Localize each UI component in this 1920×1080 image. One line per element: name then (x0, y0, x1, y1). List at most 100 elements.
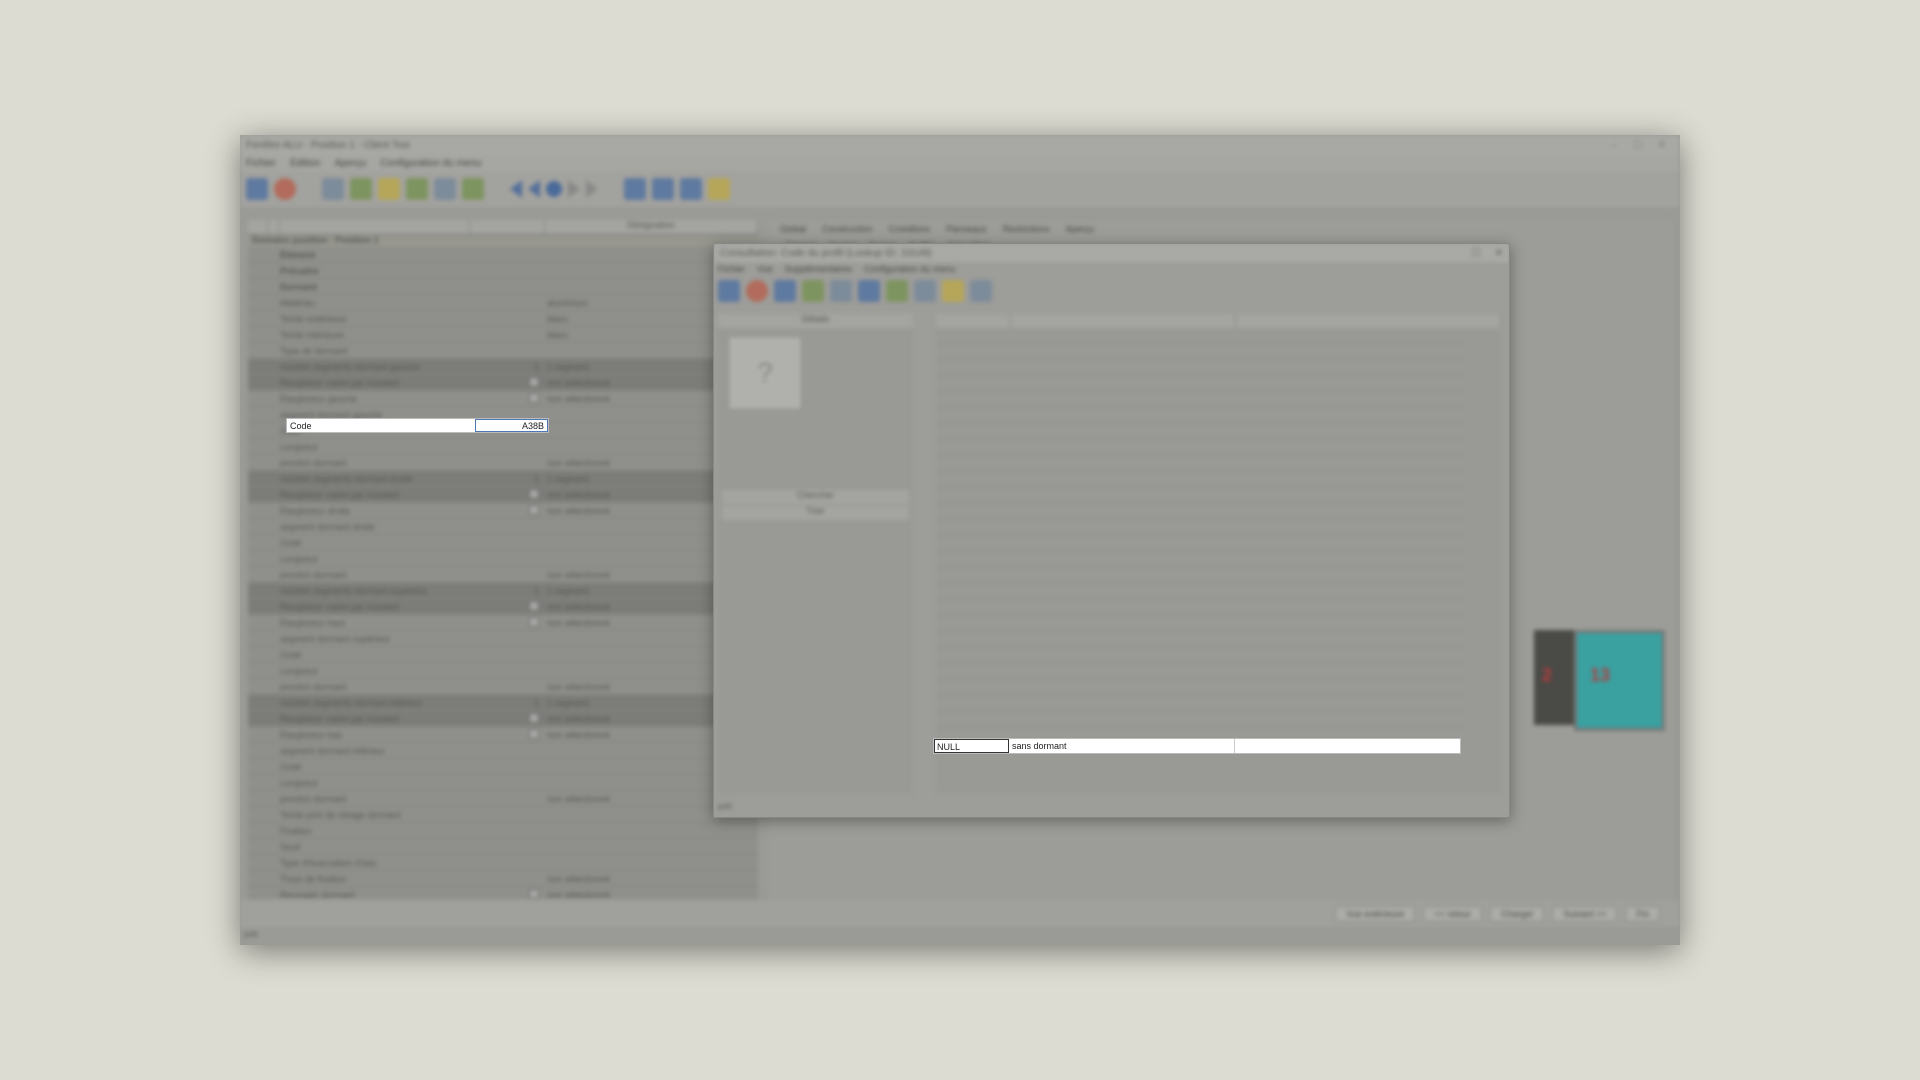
grid-row[interactable]: Trous de fixation non sélectionné (248, 871, 758, 887)
menu-item[interactable]: Fichier (246, 158, 276, 169)
grid-row[interactable]: jonction dormant non sélectionné (248, 679, 758, 695)
wrench-icon[interactable] (378, 178, 400, 200)
grid-row[interactable]: Code (248, 535, 758, 551)
grid-row[interactable]: Élargisseur droite non sélectionné (248, 503, 758, 519)
grid-row[interactable]: nombre segments dormant inférieur 1 1 segm… (248, 695, 758, 711)
grid-row[interactable]: segment dormant droite (248, 519, 758, 535)
grid-row-code[interactable] (468, 376, 543, 389)
tab-apercu[interactable]: Aperçu (1066, 224, 1095, 234)
grid-row[interactable]: Élargisseur bas non sélectionné (248, 727, 758, 743)
grid-row[interactable]: nombre segments dormant supérieur 1 1 segm… (248, 583, 758, 599)
dialog-menu-item[interactable]: Supplémentaires (785, 264, 853, 274)
grid-row[interactable]: Dormant (248, 279, 758, 295)
next-button[interactable]: Suivant >> (1552, 906, 1618, 922)
lookup-row[interactable] (936, 376, 1466, 392)
column-header-description[interactable] (1011, 314, 1236, 328)
grid-row[interactable]: Longueur (248, 663, 758, 679)
first-record-icon[interactable] (510, 180, 522, 198)
lookup-row[interactable] (936, 616, 1466, 632)
lookup-row[interactable] (936, 520, 1466, 536)
finish-button[interactable]: Fin (1625, 906, 1660, 922)
lookup-row[interactable] (936, 632, 1466, 648)
grid-row[interactable]: Teinte extérieure blanc (248, 311, 758, 327)
grid-row[interactable]: Remplacer cadre par montant non sélection… (248, 599, 758, 615)
current-record-icon[interactable] (546, 181, 562, 197)
selected-code-row[interactable]: Code A38B (286, 418, 549, 433)
menu-item[interactable]: Édition (290, 158, 321, 169)
lookup-row[interactable] (936, 344, 1466, 360)
lookup-row[interactable] (936, 456, 1466, 472)
edit-icon[interactable] (914, 280, 936, 302)
lookup-row[interactable] (936, 552, 1466, 568)
document-icon[interactable] (434, 178, 456, 200)
window-icon[interactable] (774, 280, 796, 302)
grid-row[interactable]: Longueur (248, 775, 758, 791)
grid-row-checkbox[interactable] (529, 392, 539, 403)
selected-lookup-row[interactable]: NULL sans dormant (933, 738, 1461, 754)
grid-row-checkbox[interactable] (529, 728, 539, 739)
tab-construction[interactable]: Construction (822, 224, 873, 234)
dialog-maximize-icon[interactable]: ☐ (1472, 248, 1481, 259)
save-icon[interactable] (858, 280, 880, 302)
lookup-row[interactable] (936, 664, 1466, 680)
lookup-row[interactable] (936, 440, 1466, 456)
window-icon[interactable] (652, 178, 674, 200)
lookup-row[interactable] (936, 536, 1466, 552)
globe-icon[interactable] (246, 178, 268, 200)
dialog-close-icon[interactable]: ✕ (1495, 248, 1503, 259)
grid-row[interactable]: segment dormant inférieur (248, 743, 758, 759)
lookup-row[interactable] (936, 504, 1466, 520)
minimize-icon[interactable]: – (1602, 140, 1626, 151)
grid-row-code[interactable] (468, 712, 543, 725)
grid-row-code[interactable] (468, 504, 543, 517)
dialog-menu-item[interactable]: Fichier (718, 264, 745, 274)
exterior-view-button[interactable]: Vue extérieure (1335, 906, 1416, 922)
shapes-icon[interactable] (406, 178, 428, 200)
code-value-field[interactable]: A38B (475, 419, 548, 432)
lookup-row[interactable] (936, 680, 1466, 696)
lookup-row[interactable] (936, 392, 1466, 408)
pencil-icon[interactable] (708, 178, 730, 200)
lookup-row[interactable] (936, 648, 1466, 664)
grid-row[interactable]: jonction dormant non sélectionné (248, 567, 758, 583)
lookup-row[interactable] (936, 360, 1466, 376)
previous-record-icon[interactable] (528, 180, 540, 198)
people-icon[interactable] (462, 178, 484, 200)
grid-row[interactable]: Remplacer cadre par montant non sélection… (248, 487, 758, 503)
grid-row[interactable]: Matériau aluminium (248, 295, 758, 311)
page-icon[interactable] (970, 280, 992, 302)
grid-row[interactable]: segment dormant supérieur (248, 631, 758, 647)
close-icon[interactable]: ✕ (1650, 140, 1674, 151)
grid-row[interactable]: Élargisseur haut non sélectionné (248, 615, 758, 631)
hammer-icon[interactable] (350, 178, 372, 200)
grid-row[interactable]: Remplacer cadre par montant non sélection… (248, 375, 758, 391)
globe-icon[interactable] (718, 280, 740, 302)
grid-row-code[interactable] (468, 392, 543, 405)
grid-row-checkbox[interactable] (529, 376, 539, 387)
maximize-icon[interactable]: ☐ (1626, 140, 1650, 151)
column-header-extra[interactable] (1236, 314, 1501, 328)
grid-row[interactable]: Élément (248, 247, 758, 263)
grid-row[interactable]: Code (248, 759, 758, 775)
column-header-code[interactable] (936, 314, 1011, 328)
grid-row[interactable]: Type de dormant (248, 343, 758, 359)
grid-row[interactable]: Remplacer cadre par montant non sélection… (248, 711, 758, 727)
tools-icon[interactable] (322, 178, 344, 200)
lookup-row[interactable] (936, 712, 1466, 728)
grid-row-checkbox[interactable] (529, 712, 539, 723)
lookup-row[interactable] (936, 584, 1466, 600)
grid-row-checkbox[interactable] (529, 600, 539, 611)
next-record-icon[interactable] (568, 180, 580, 198)
grid-row[interactable]: nombre segments dormant droite 1 1 segment (248, 471, 758, 487)
tab-panneaux[interactable]: Panneaux (946, 224, 987, 234)
filter-icon[interactable] (830, 280, 852, 302)
grid-row[interactable]: Longueur (248, 551, 758, 567)
dialog-menu-item[interactable]: Vue (757, 264, 773, 274)
grid-row-code[interactable] (468, 728, 543, 741)
dialog-menu-item[interactable]: Configuration du menu (864, 264, 955, 274)
grid-row-checkbox[interactable] (529, 888, 539, 899)
grid-row[interactable]: jonction dormant non sélectionné (248, 455, 758, 471)
stop-icon[interactable] (274, 178, 296, 200)
sort-button[interactable]: Trier (722, 506, 909, 520)
grid-row[interactable]: nombre segments dormant gauche 1 1 segment (248, 359, 758, 375)
